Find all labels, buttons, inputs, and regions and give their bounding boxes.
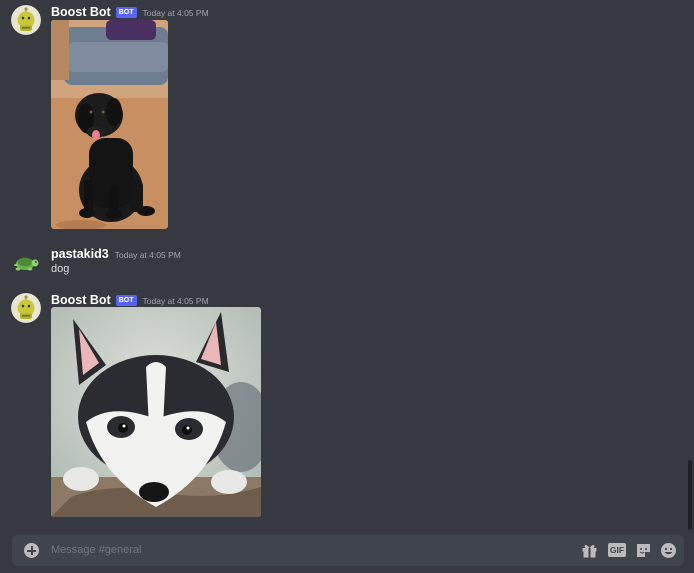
turtle-avatar-icon [11, 247, 41, 277]
robot-avatar-icon [11, 293, 41, 323]
gif-icon[interactable]: GIF [608, 543, 626, 557]
image-attachment-labrador[interactable] [51, 20, 168, 229]
bot-badge: BOT [115, 7, 137, 18]
scrollbar[interactable] [688, 460, 692, 530]
avatar[interactable] [11, 293, 41, 323]
timestamp: Today at 4:05 PM [142, 8, 209, 18]
message-input[interactable]: Message #general [51, 544, 142, 556]
username[interactable]: pastakid3 [51, 247, 109, 261]
husky-puppy-image [51, 307, 261, 517]
avatar[interactable] [11, 5, 41, 35]
bot-badge: BOT [115, 295, 137, 306]
timestamp: Today at 4:05 PM [142, 296, 209, 306]
add-icon[interactable] [24, 543, 39, 558]
message-text: dog [51, 263, 70, 275]
message-composer: Message #general GIF [12, 535, 684, 566]
timestamp: Today at 4:05 PM [114, 250, 181, 260]
username[interactable]: Boost Bot [51, 5, 111, 19]
gift-icon[interactable] [581, 542, 598, 559]
sticker-icon[interactable] [635, 542, 652, 559]
message-list[interactable]: Boost Bot BOT Today at 4:05 PM pastakid3… [0, 0, 694, 532]
robot-avatar-icon [11, 5, 41, 35]
message: pastakid3 Today at 4:05 PM dog [0, 244, 680, 278]
message: Boost Bot BOT Today at 4:05 PM [0, 0, 680, 232]
avatar[interactable] [11, 247, 41, 277]
message: Boost Bot BOT Today at 4:05 PM [0, 288, 680, 520]
username[interactable]: Boost Bot [51, 293, 111, 307]
emoji-icon[interactable] [660, 542, 677, 559]
gif-label: GIF [609, 545, 625, 555]
black-labrador-image [51, 20, 168, 229]
image-attachment-husky[interactable] [51, 307, 261, 517]
